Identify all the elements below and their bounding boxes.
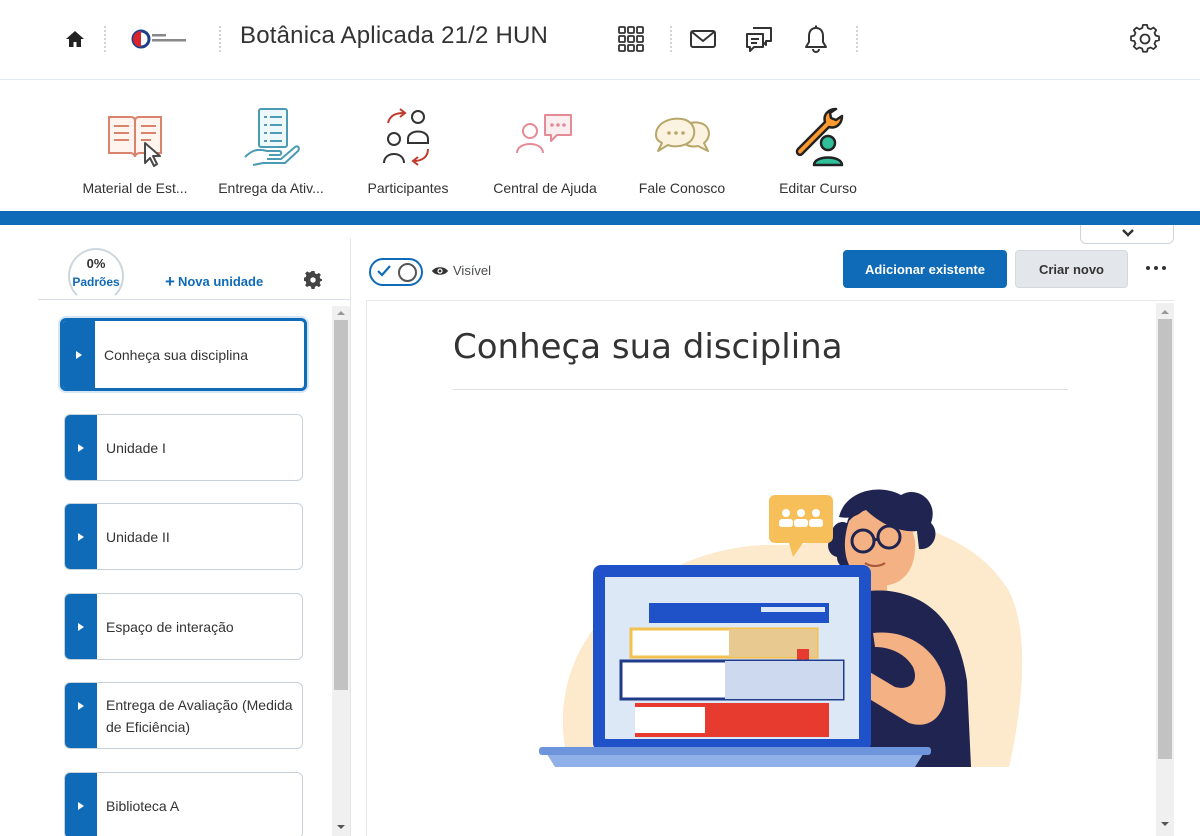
unit-label: Espaço de interação [106, 618, 234, 635]
wrench-user-icon [786, 105, 850, 169]
progress-value: 0% [86, 256, 106, 271]
unit-stripe [65, 773, 97, 836]
unit-card-espaco-de-interacao[interactable]: Espaço de interação [64, 593, 303, 660]
caret-right-icon [78, 622, 84, 631]
progress-label[interactable]: Padrões [68, 275, 124, 289]
nav-label: Central de Ajuda [493, 180, 597, 196]
unit-stripe [63, 321, 95, 388]
scrollbar-thumb[interactable] [334, 320, 348, 690]
nav-material-de-estudo[interactable]: Material de Est... [70, 105, 200, 196]
unit-card-biblioteca-a[interactable]: Biblioteca A [64, 772, 303, 836]
unit-card-conheca-sua-disciplina[interactable]: Conheça sua disciplina [60, 318, 307, 391]
separator [670, 26, 672, 52]
checklist-icon [239, 105, 303, 169]
sidebar-header: 0% Padrões + Nova unidade [38, 238, 350, 304]
scroll-down-arrow-icon[interactable] [336, 822, 346, 832]
settings-icon[interactable] [1130, 24, 1160, 54]
caret-right-icon [78, 801, 84, 810]
nav-editar-curso[interactable]: Editar Curso [753, 105, 883, 196]
nav-label: Entrega da Ativ... [218, 180, 324, 196]
title-divider [453, 389, 1068, 390]
unit-list: Conheça sua disciplina Unidade I Unidade… [38, 302, 332, 836]
unit-stripe [65, 683, 97, 748]
unit-label: Unidade I [106, 439, 166, 456]
unit-label: Unidade II [106, 528, 170, 545]
unit-label: Biblioteca A [106, 797, 180, 814]
book-icon [103, 105, 167, 169]
unit-card-unidade-ii[interactable]: Unidade II [64, 503, 303, 570]
plus-icon: + [165, 272, 175, 291]
scroll-up-arrow-icon[interactable] [1160, 307, 1170, 317]
more-options-icon[interactable] [1144, 258, 1168, 278]
speech-bubbles-icon [650, 105, 714, 169]
chevron-down-icon [1122, 229, 1134, 237]
unit-sidebar: 0% Padrões + Nova unidade Conheça sua dis… [38, 238, 350, 836]
caret-right-icon [78, 443, 84, 452]
unit-label: Conheça sua disciplina [104, 346, 248, 363]
sidebar-scrollbar[interactable] [332, 306, 350, 836]
scroll-down-arrow-icon[interactable] [1160, 819, 1170, 829]
navbar-collapse-toggle[interactable] [1080, 225, 1174, 244]
unit-card-unidade-i[interactable]: Unidade I [64, 414, 303, 481]
new-unit-label: Nova unidade [177, 274, 264, 289]
nav-entrega-da-atividade[interactable]: Entrega da Ativ... [206, 105, 336, 196]
nav-central-de-ajuda[interactable]: Central de Ajuda [480, 105, 610, 196]
bell-icon[interactable] [801, 24, 831, 54]
check-icon [377, 265, 391, 277]
content-scrollbar[interactable] [1156, 303, 1174, 836]
visibility-toggle[interactable] [369, 258, 423, 286]
separator [856, 26, 858, 52]
participants-icon [376, 105, 440, 169]
nav-label: Material de Est... [82, 180, 188, 196]
institution-logo[interactable] [130, 26, 190, 52]
chat-icon[interactable] [744, 24, 774, 54]
caret-right-icon [78, 701, 84, 710]
nav-participantes[interactable]: Participantes [343, 105, 473, 196]
eye-icon [432, 267, 448, 275]
unit-stripe [65, 504, 97, 569]
scrollbar-thumb[interactable] [1158, 319, 1172, 759]
navbar-accent-bar [0, 211, 1200, 225]
gear-icon[interactable] [303, 271, 323, 289]
nav-label: Participantes [367, 180, 449, 196]
add-existing-button[interactable]: Adicionar existente [843, 250, 1007, 288]
home-icon[interactable] [64, 28, 86, 50]
course-navbar: Material de Est... Entrega da Ativ... Pa… [0, 81, 1200, 211]
nav-fale-conosco[interactable]: Fale Conosco [617, 105, 747, 196]
unit-card-entrega-de-avaliacao[interactable]: Entrega de Avaliação (Medida de Eficiênc… [64, 682, 303, 749]
separator [219, 26, 221, 52]
content-viewer: Conheça sua disciplina [366, 300, 1174, 836]
nav-label: Editar Curso [779, 180, 857, 196]
new-unit-button[interactable]: + Nova unidade [165, 272, 263, 292]
caret-right-icon [76, 350, 82, 359]
visibility-label: Visível [453, 263, 492, 278]
content-title: Conheça sua disciplina [453, 327, 843, 367]
toggle-knob [398, 263, 417, 282]
scroll-up-arrow-icon[interactable] [336, 308, 346, 318]
top-bar: Botânica Aplicada 21/2 HUN [0, 0, 1200, 80]
grid-icon[interactable] [616, 24, 646, 54]
student-laptop-illustration [539, 489, 1023, 767]
panel-divider [350, 238, 351, 836]
caret-right-icon [78, 532, 84, 541]
unit-stripe [65, 415, 97, 480]
help-chat-icon [513, 105, 577, 169]
unit-label: Entrega de Avaliação (Medida de Eficiênc… [106, 696, 293, 735]
unit-stripe [65, 594, 97, 659]
nav-label: Fale Conosco [638, 180, 726, 196]
mail-icon[interactable] [688, 24, 718, 54]
create-new-button[interactable]: Criar novo [1015, 250, 1128, 288]
separator [104, 26, 106, 52]
course-title[interactable]: Botânica Aplicada 21/2 HUN [240, 22, 548, 50]
